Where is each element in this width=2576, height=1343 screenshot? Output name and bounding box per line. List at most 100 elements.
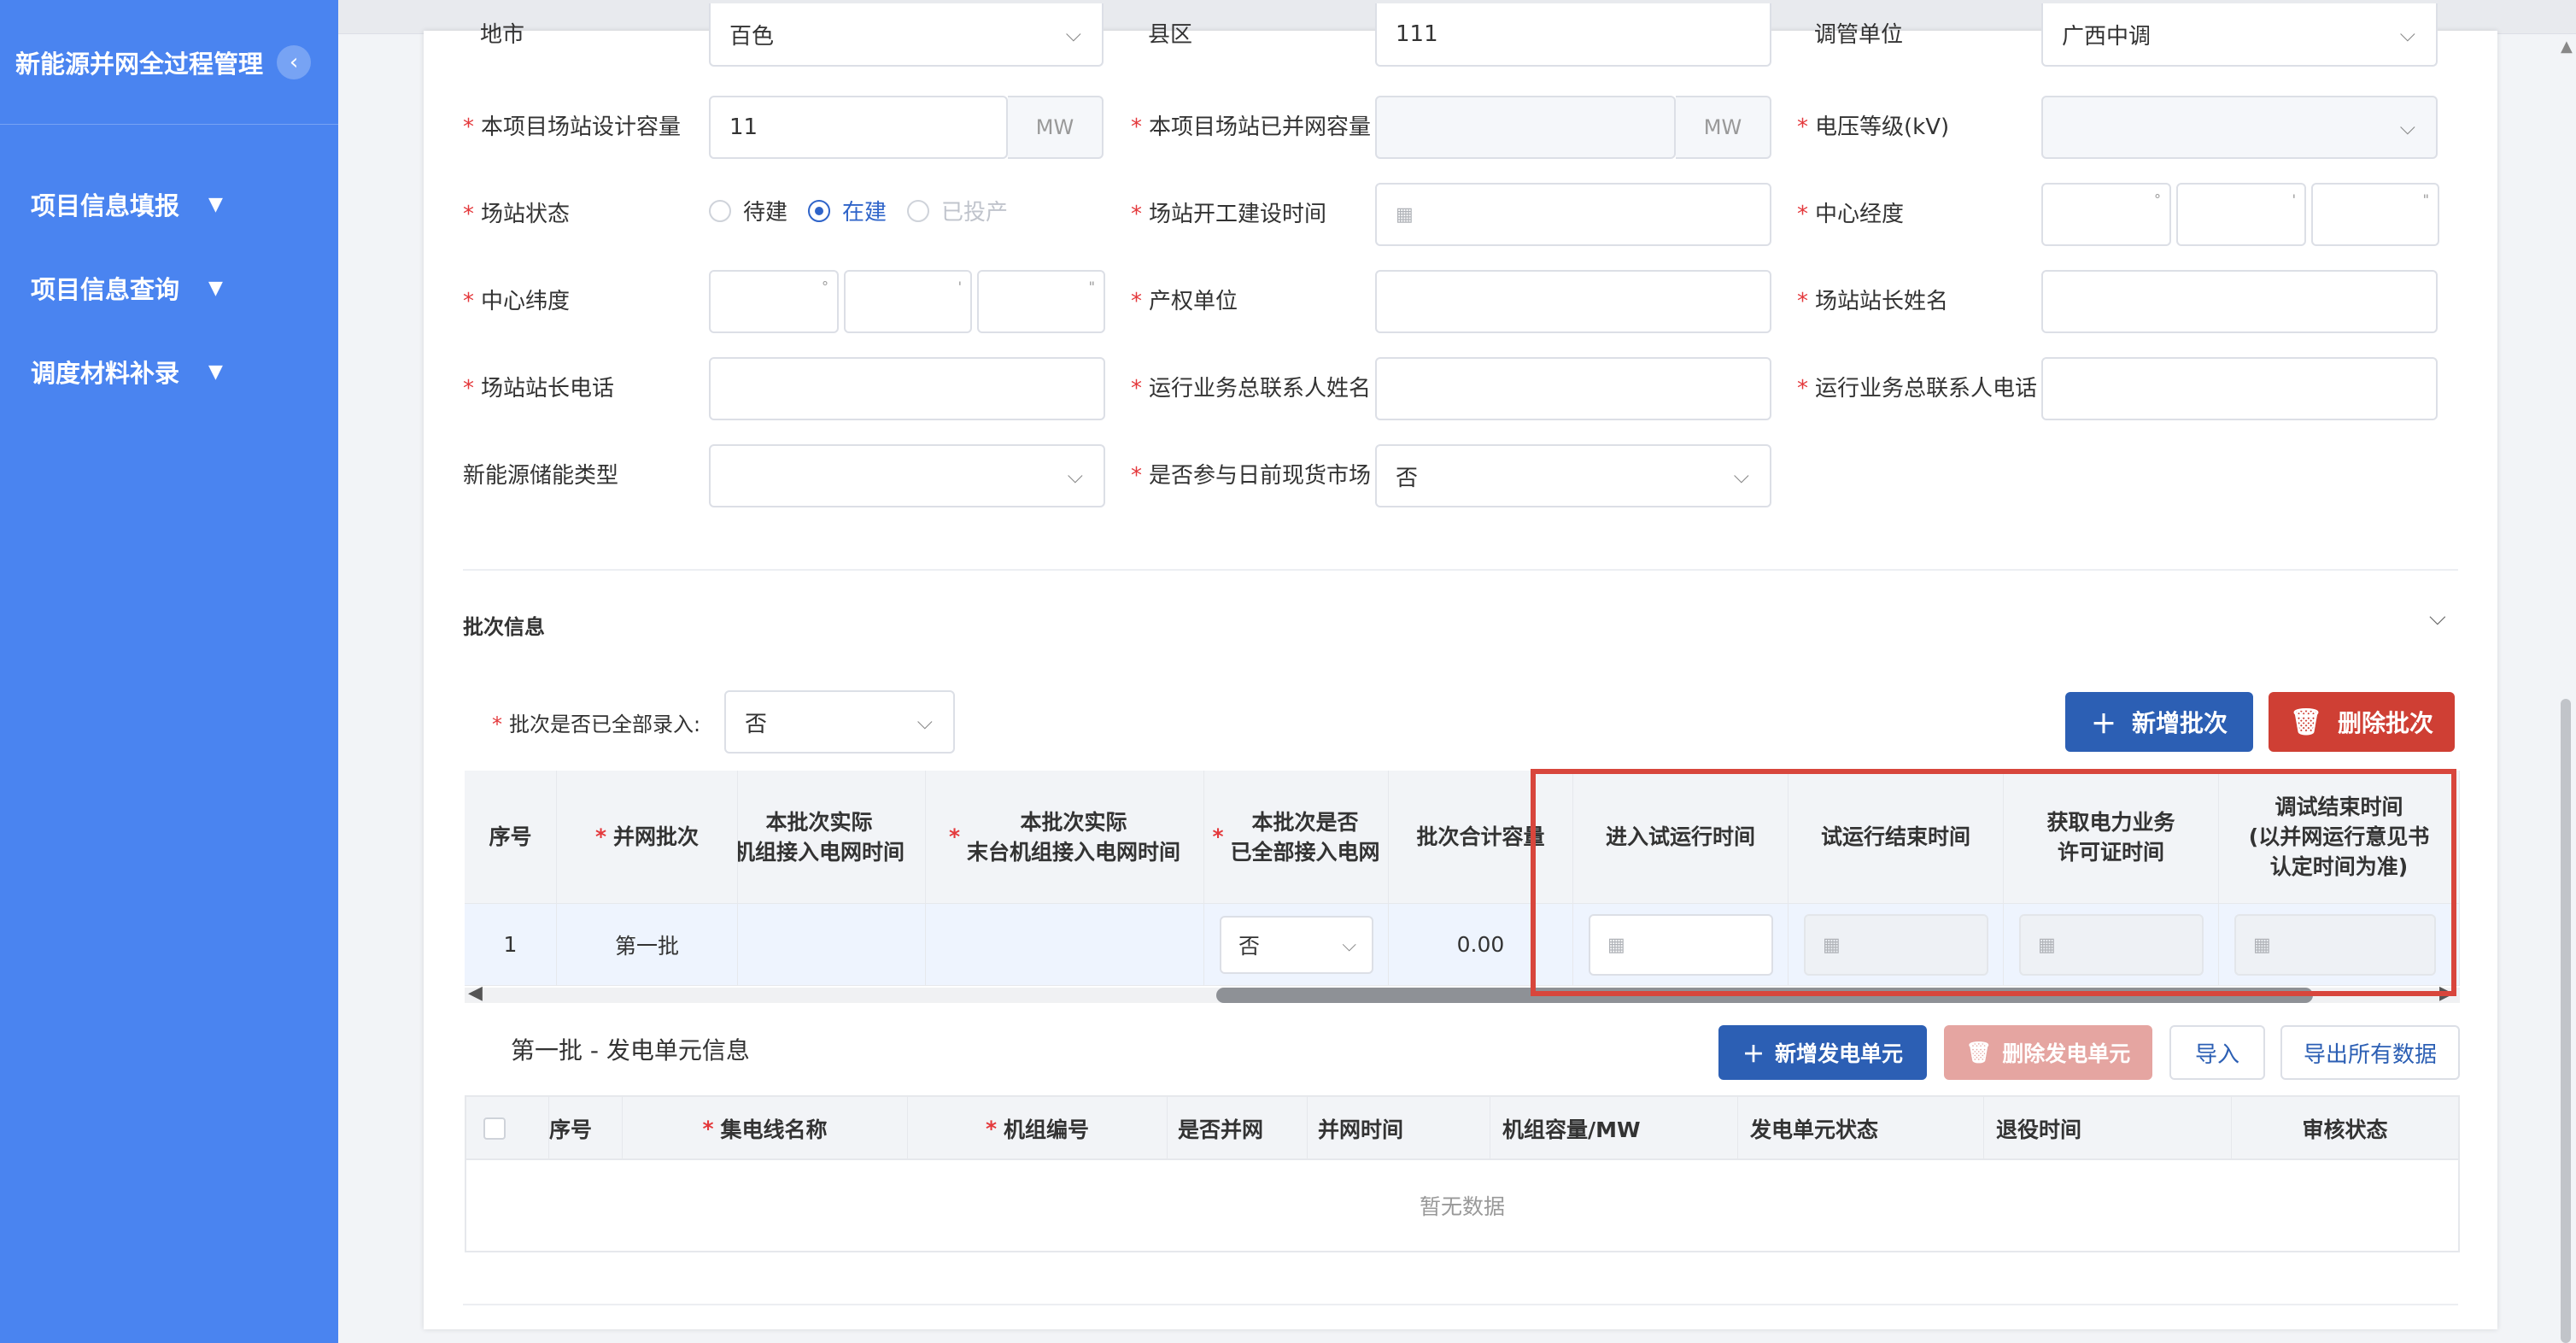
station-master-phone-label: * 场站站长电话: [463, 376, 615, 402]
county-input[interactable]: 111: [1375, 3, 1771, 67]
property-unit-input[interactable]: [1375, 270, 1771, 333]
scroll-left-icon[interactable]: ◀: [468, 982, 483, 1004]
trash-icon: 🗑: [2289, 707, 2323, 737]
caret-down-icon: ▼: [208, 361, 223, 383]
voltage-level-label: * 电压等级(kV): [1797, 114, 1950, 140]
plus-icon: ＋: [2090, 710, 2116, 740]
dispatch-unit-label: 调管单位: [1814, 22, 1904, 48]
caret-down-icon: ▼: [208, 277, 223, 299]
col-seq: 序号: [465, 771, 557, 904]
scroll-up-icon[interactable]: ▲: [2561, 38, 2573, 56]
table-row-first-unit-time: [738, 904, 926, 986]
ucol-collector: * 集电线名称: [622, 1097, 907, 1160]
units-section-title: 第一批 - 发电单元信息: [511, 1036, 750, 1064]
sidebar-item-label: 调度材料补录: [31, 359, 180, 388]
latitude-degree-input[interactable]: °: [709, 270, 839, 333]
batch-all-entered-select[interactable]: 否 ⌵: [724, 690, 955, 754]
all-connected-select[interactable]: 否 ⌵: [1220, 916, 1373, 974]
center-longitude-label: * 中心经度: [1797, 202, 1905, 227]
page-scrollbar[interactable]: ▲: [2561, 0, 2573, 1343]
connected-capacity-input: [1375, 96, 1676, 159]
spot-market-select[interactable]: 否 ⌵: [1375, 444, 1771, 507]
station-master-name-input[interactable]: [2041, 270, 2438, 333]
chevron-down-icon: ⌵: [2399, 22, 2415, 46]
radio-in-operation: 已投产: [907, 195, 1008, 226]
radio-pending[interactable]: 待建: [709, 195, 787, 226]
dispatch-unit-select[interactable]: 广西中调 ⌵: [2041, 3, 2438, 67]
delete-batch-button[interactable]: 🗑 删除批次: [2269, 692, 2455, 752]
spot-market-label: * 是否参与日前现货市场: [1131, 463, 1372, 489]
sidebar-item-dispatch-material[interactable]: 调度材料补录 ▼: [0, 330, 338, 413]
property-unit-label: * 产权单位: [1131, 289, 1238, 314]
empty-state-text: 暂无数据: [1419, 1194, 1505, 1219]
trash-icon: 🗑: [1965, 1041, 1993, 1064]
sidebar-item-label: 项目信息查询: [31, 275, 180, 304]
chevron-left-icon[interactable]: ‹: [277, 44, 312, 79]
table-row-seq: 1: [465, 904, 557, 986]
design-capacity-input[interactable]: 11: [709, 96, 1008, 159]
sidebar-item-project-fill[interactable]: 项目信息填报 ▼: [0, 162, 338, 246]
ops-contact-name-label: * 运行业务总联系人姓名: [1131, 376, 1372, 402]
plus-icon: ＋: [1742, 1041, 1765, 1068]
ucol-capacity: 机组容量/MW: [1490, 1097, 1737, 1160]
ops-contact-phone-label: * 运行业务总联系人电话: [1797, 376, 2038, 402]
scrollbar-thumb[interactable]: [2561, 699, 2571, 1343]
storage-type-select[interactable]: ⌵: [709, 444, 1105, 507]
city-select[interactable]: 百色 ⌵: [709, 3, 1104, 67]
add-unit-button[interactable]: ＋新增发电单元: [1718, 1025, 1927, 1080]
sidebar-header: 新能源并网全过程管理 ‹: [0, 0, 338, 125]
construction-start-date-picker[interactable]: ▦: [1375, 183, 1771, 246]
delete-unit-button: 🗑 删除发电单元: [1944, 1025, 2152, 1080]
ucol-audit: 审核状态: [2231, 1097, 2458, 1160]
select-all-checkbox[interactable]: [483, 1097, 518, 1160]
sidebar-menu: 项目信息填报 ▼ 项目信息查询 ▼ 调度材料补录 ▼: [0, 162, 338, 413]
chevron-down-icon[interactable]: ⌵: [2429, 605, 2446, 631]
center-latitude-label: * 中心纬度: [463, 289, 571, 314]
longitude-degree-input[interactable]: °: [2041, 183, 2171, 246]
divider: [463, 1304, 2458, 1305]
chevron-down-icon: ⌵: [1067, 464, 1083, 488]
batch-all-entered-label: * 批次是否已全部录入:: [492, 713, 701, 736]
voltage-level-select: ⌵: [2041, 96, 2438, 159]
latitude-minute-input[interactable]: ': [844, 270, 972, 333]
chevron-down-icon: ⌵: [1733, 464, 1749, 488]
import-button[interactable]: 导入: [2169, 1025, 2265, 1080]
chevron-down-icon: ⌵: [1342, 934, 1356, 956]
city-label: 地市: [480, 22, 525, 48]
latitude-second-input[interactable]: ": [977, 270, 1105, 333]
caret-down-icon: ▼: [208, 193, 223, 215]
radio-under-construction[interactable]: 在建: [808, 195, 887, 226]
ucol-retire-time: 退役时间: [1983, 1097, 2231, 1160]
sidebar: 新能源并网全过程管理 ‹ 项目信息填报 ▼ 项目信息查询 ▼ 调度材料补录 ▼: [0, 0, 338, 1343]
sidebar-item-label: 项目信息填报: [31, 191, 180, 220]
mw-suffix: MW: [1008, 96, 1104, 159]
station-status-label: * 场站状态: [463, 202, 571, 227]
highlight-box: [1531, 769, 2456, 996]
col-first-unit-time: 本批次实际 机组接入电网时间: [738, 771, 926, 904]
ops-contact-phone-input[interactable]: [2041, 357, 2438, 420]
col-batch: * 并网批次: [557, 771, 738, 904]
longitude-minute-input[interactable]: ': [2176, 183, 2306, 246]
ucol-connected: 是否并网: [1167, 1097, 1307, 1160]
calendar-icon: ▦: [1396, 203, 1414, 226]
ucol-unit-no: * 机组编号: [907, 1097, 1167, 1160]
batch-section-title: 批次信息: [463, 615, 545, 639]
divider: [463, 569, 2458, 571]
chevron-down-icon: ⌵: [916, 710, 933, 734]
station-status-radio-group: 待建 在建 已投产: [709, 195, 1028, 226]
ops-contact-name-input[interactable]: [1375, 357, 1771, 420]
table-row-last-unit-time: [926, 904, 1204, 986]
ucol-seq: 序号: [548, 1097, 625, 1160]
longitude-second-input[interactable]: ": [2311, 183, 2439, 246]
sidebar-item-project-query[interactable]: 项目信息查询 ▼: [0, 246, 338, 330]
table-row-batch: 第一批: [557, 904, 738, 986]
export-all-button[interactable]: 导出所有数据: [2280, 1025, 2460, 1080]
station-master-name-label: * 场站站长姓名: [1797, 289, 1949, 314]
station-master-phone-input[interactable]: [709, 357, 1105, 420]
design-capacity-label: * 本项目场站设计容量: [463, 114, 682, 140]
county-label: 县区: [1148, 22, 1193, 48]
add-batch-button[interactable]: ＋新增批次: [2065, 692, 2253, 752]
connected-capacity-label: * 本项目场站已并网容量: [1131, 114, 1372, 140]
mw-suffix: MW: [1676, 96, 1771, 159]
ucol-connect-time: 并网时间: [1307, 1097, 1490, 1160]
